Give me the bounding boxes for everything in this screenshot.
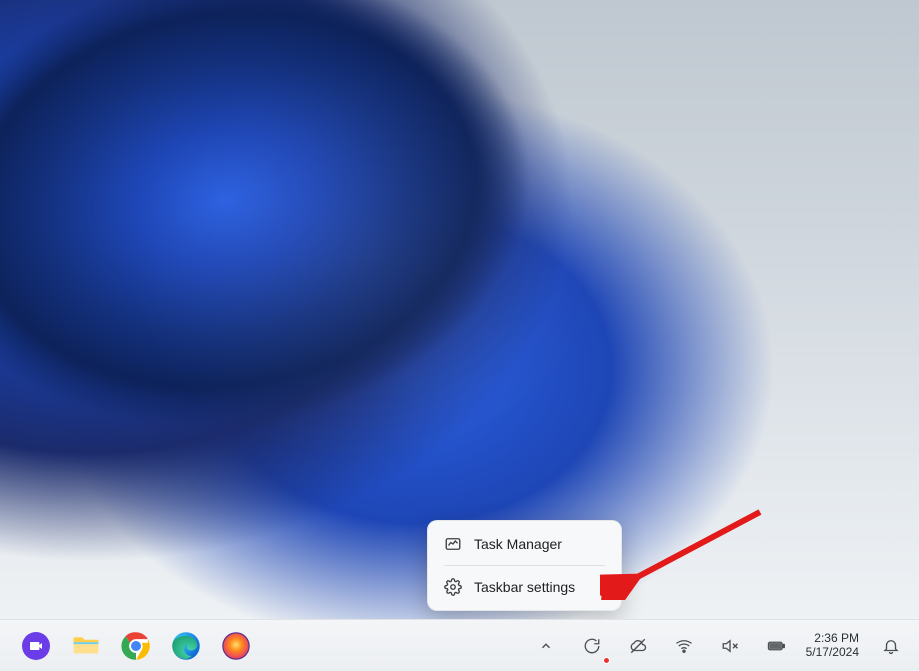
battery-icon: [767, 637, 785, 655]
context-item-task-manager[interactable]: Task Manager: [434, 527, 615, 561]
taskbar-app-edge[interactable]: [170, 630, 202, 662]
chrome-icon: [121, 631, 151, 661]
chevron-up-icon: [539, 639, 553, 653]
cloud-icon: [629, 637, 647, 655]
tray-cloud-sync[interactable]: [576, 630, 608, 662]
status-dot-icon: [603, 657, 610, 664]
menu-separator: [444, 565, 605, 566]
taskbar: 2:36 PM 5/17/2024: [0, 619, 919, 671]
taskbar-app-firefox[interactable]: [220, 630, 252, 662]
wallpaper-bloom-graphic: [0, 0, 829, 671]
bell-icon: [882, 637, 900, 655]
clock-time: 2:36 PM: [806, 632, 859, 646]
tray-onedrive[interactable]: [622, 630, 654, 662]
sync-icon: [583, 637, 601, 655]
taskbar-app-chat[interactable]: [20, 630, 52, 662]
taskbar-context-menu: Task Manager Taskbar settings: [427, 520, 622, 611]
gear-icon: [444, 578, 462, 596]
taskbar-app-chrome[interactable]: [120, 630, 152, 662]
wifi-icon: [675, 637, 693, 655]
tray-notifications[interactable]: [877, 632, 905, 660]
tray-datetime[interactable]: 2:36 PM 5/17/2024: [806, 632, 863, 660]
volume-muted-icon: [721, 637, 739, 655]
context-item-taskbar-settings[interactable]: Taskbar settings: [434, 570, 615, 604]
folder-icon: [71, 631, 101, 661]
taskbar-pinned-apps: [8, 630, 252, 662]
context-item-label: Task Manager: [474, 536, 562, 552]
tray-battery[interactable]: [760, 630, 792, 662]
taskbar-app-file-explorer[interactable]: [70, 630, 102, 662]
edge-icon: [171, 631, 201, 661]
tray-overflow-chevron[interactable]: [530, 630, 562, 662]
context-item-label: Taskbar settings: [474, 579, 575, 595]
firefox-icon: [221, 631, 251, 661]
task-manager-icon: [444, 535, 462, 553]
system-tray: 2:36 PM 5/17/2024: [530, 630, 911, 662]
tray-wifi[interactable]: [668, 630, 700, 662]
clock-date: 5/17/2024: [806, 646, 859, 660]
tray-volume[interactable]: [714, 630, 746, 662]
chat-icon: [22, 632, 50, 660]
